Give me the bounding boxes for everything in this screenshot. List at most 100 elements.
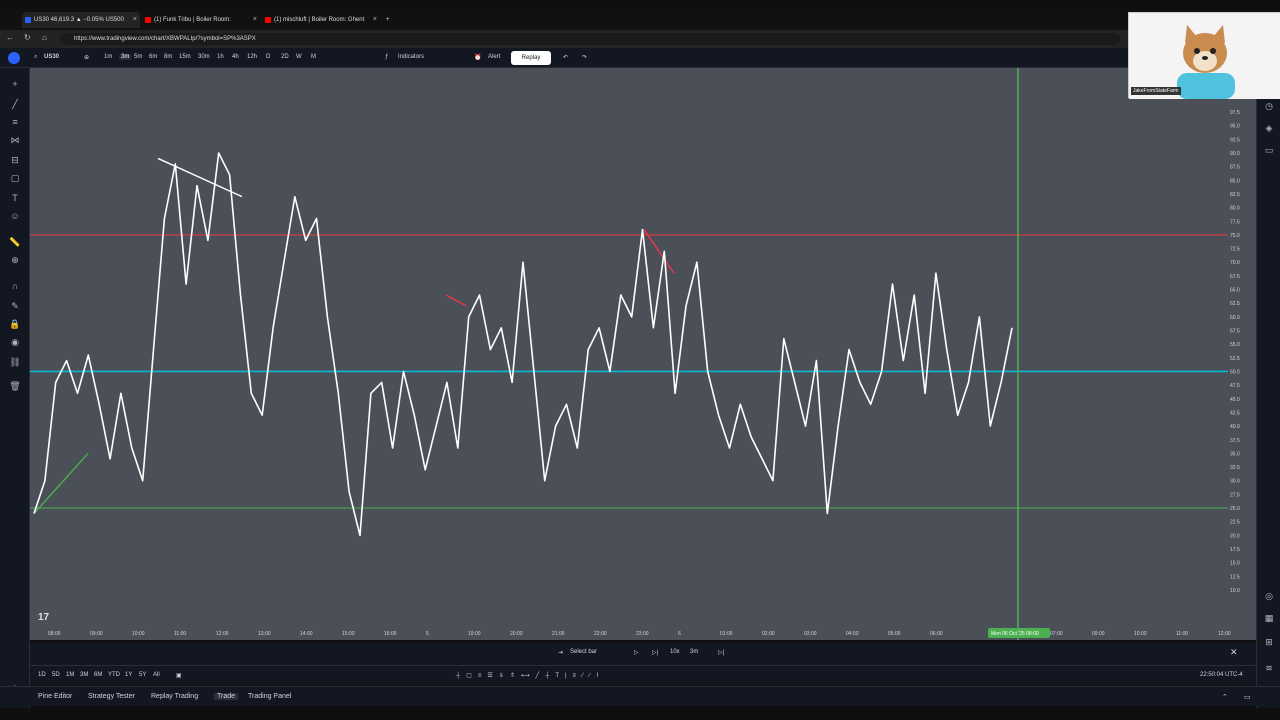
timeframe-W[interactable]: W <box>296 54 302 60</box>
tab-trading-panel[interactable]: Trading Panel <box>248 693 291 700</box>
grid-icon[interactable]: ⊞ <box>1263 636 1275 648</box>
timeframe-2D[interactable]: 2D <box>281 54 289 60</box>
speed-button[interactable]: 10x <box>670 649 680 655</box>
x-tick-label: 19:00 <box>468 631 481 637</box>
timeframe-8m[interactable]: 8m <box>164 54 172 60</box>
x-tick-label: 03:00 <box>804 631 817 637</box>
ruler-icon[interactable]: 📏 <box>9 236 21 248</box>
date-range-icon[interactable]: ▣ <box>176 672 182 679</box>
back-icon[interactable]: ← <box>6 33 14 42</box>
zoom-icon[interactable]: ⊕ <box>9 254 21 266</box>
timeframe-3m[interactable]: 3m <box>119 54 132 60</box>
shape-icon[interactable]: ▢ <box>9 172 21 184</box>
x-tick-label: 12:00 <box>1218 631 1231 637</box>
y-tick-label: 17.5 <box>1230 547 1240 553</box>
target-icon[interactable]: ◎ <box>1263 590 1275 602</box>
timeframe-30m[interactable]: 30m <box>198 54 210 60</box>
timeframe-6m[interactable]: 6m <box>149 54 157 60</box>
text-icon[interactable]: T <box>9 192 21 204</box>
clock-label[interactable]: 22:50:04 UTC-4 <box>1200 672 1243 678</box>
jump-to-realtime-icon[interactable]: ▷| <box>718 649 724 656</box>
layers-icon[interactable]: ◈ <box>1263 122 1275 134</box>
range-1y[interactable]: 1Y <box>125 672 132 678</box>
timeframe-15m[interactable]: 15m <box>179 54 191 60</box>
undo-icon[interactable]: ↶ <box>563 54 568 61</box>
timeframe-4h[interactable]: 4h <box>232 54 239 60</box>
browser-tab-2[interactable]: (1) Funk Tribu | Boiler Room: × <box>142 12 260 28</box>
notification-icon[interactable]: ≋ <box>1263 662 1275 674</box>
bottom-drawing-tools-icon[interactable]: ┼▢≡☰⇓⇑⟷╱┼T|≡⁄∕⌇ <box>456 672 605 679</box>
new-tab-button[interactable]: + <box>384 12 398 28</box>
right-toolbar: ◷ ◈ ▭ ◎ ▦ ⊞ ≋ ? <box>1256 68 1280 708</box>
close-tab-icon[interactable]: × <box>253 12 257 28</box>
browser-tab-1[interactable]: US30 46,619.3 ▲ −0.05% US500 × <box>22 12 140 28</box>
timeframe-M[interactable]: M <box>311 54 316 60</box>
redo-icon[interactable]: ↷ <box>582 54 587 61</box>
timeframe-12h[interactable]: 12h <box>247 54 257 60</box>
pencil-lock-icon[interactable]: ✎ <box>9 300 21 312</box>
collapse-panel-icon[interactable]: ⌃ <box>1222 693 1228 701</box>
range-ytd[interactable]: YTD <box>108 672 120 678</box>
replay-button-label: Replay <box>521 55 541 61</box>
forecast-icon[interactable]: ⊟ <box>9 154 21 166</box>
y-tick-label: 87.5 <box>1230 165 1240 171</box>
replay-control-bar: ⇥ Select bar ▷ ▷| 10x 3m ▷| ✕ <box>30 643 1256 665</box>
timeframe-1h[interactable]: 1h <box>217 54 224 60</box>
range-5y[interactable]: 5Y <box>139 672 146 678</box>
step-forward-icon[interactable]: ▷| <box>652 649 658 656</box>
timeframe-D[interactable]: D <box>266 54 270 60</box>
close-tab-icon[interactable]: × <box>373 12 377 28</box>
home-icon[interactable]: ⌂ <box>42 33 47 42</box>
x-tick-label: 14:00 <box>300 631 313 637</box>
range-6m[interactable]: 6M <box>94 672 102 678</box>
indicators-button[interactable]: Indicators <box>398 54 424 60</box>
maximize-panel-icon[interactable]: ▭ <box>1244 693 1251 701</box>
magnet-icon[interactable]: ∩ <box>9 280 21 292</box>
x-highlight-label: Mon 06 Oct '25 08:00 <box>991 631 1039 637</box>
select-bar-button[interactable]: Select bar <box>570 649 597 655</box>
chat-icon[interactable]: ▭ <box>1263 144 1275 156</box>
lock-icon[interactable]: 🔒 <box>9 318 21 330</box>
timeframe-5m[interactable]: 5m <box>134 54 142 60</box>
avatar[interactable] <box>8 52 20 64</box>
replay-interval-button[interactable]: 3m <box>690 649 698 655</box>
close-tab-icon[interactable]: × <box>133 12 137 28</box>
close-replay-icon[interactable]: ✕ <box>1230 647 1238 658</box>
tab-trade[interactable]: Trade <box>214 693 239 700</box>
trash-icon[interactable]: 🗑 <box>9 380 21 392</box>
timeframe-1m[interactable]: 1m <box>104 54 112 60</box>
search-icon[interactable]: ⌕ <box>34 54 37 61</box>
price-chart[interactable]: 97.5 95.0 92.5 90.0 87.5 85.0 82.5 80.0 77.5 75.0… <box>30 68 1256 640</box>
chart-canvas[interactable]: 97.5 95.0 92.5 90.0 87.5 85.0 82.5 80.0 77.5 75.0… <box>30 68 1256 640</box>
range-5d[interactable]: 5D <box>52 672 60 678</box>
crosshair-icon[interactable]: + <box>9 78 21 90</box>
browser-addressbar: ← ↻ ⌂ https://www.tradingview.com/chart/… <box>0 30 1280 48</box>
symbol-label[interactable]: US30 <box>44 54 59 60</box>
play-icon[interactable]: ▷ <box>634 649 639 656</box>
range-1d[interactable]: 1D <box>38 672 46 678</box>
pattern-icon[interactable]: ⋈ <box>9 134 21 146</box>
tab-replay-trading[interactable]: Replay Trading <box>151 693 198 700</box>
emoji-icon[interactable]: ☺ <box>9 210 21 222</box>
x-tick-label: 15:00 <box>342 631 355 637</box>
reload-icon[interactable]: ↻ <box>24 33 31 42</box>
range-3m[interactable]: 3M <box>80 672 88 678</box>
watchlist-icon[interactable]: ◷ <box>1263 100 1275 112</box>
eye-icon[interactable]: ◉ <box>9 336 21 348</box>
x-tick-label: 07:00 <box>1050 631 1063 637</box>
tab-pine-editor[interactable]: Pine Editor <box>38 693 72 700</box>
range-1m[interactable]: 1M <box>66 672 74 678</box>
replay-button[interactable]: Replay <box>511 51 551 65</box>
range-all[interactable]: All <box>153 672 160 678</box>
alert-button[interactable]: Alert <box>488 54 500 60</box>
trendline-icon[interactable]: ╱ <box>9 98 21 110</box>
link-icon[interactable]: ⛓ <box>9 356 21 368</box>
url-field[interactable]: https://www.tradingview.com/chart/XBWPAL… <box>60 33 1120 45</box>
fib-icon[interactable]: ≡ <box>9 116 21 128</box>
browser-tab-3[interactable]: (1) mischluft | Boiler Room: Ghent × <box>262 12 380 28</box>
calendar-icon[interactable]: ▦ <box>1263 612 1275 624</box>
add-symbol-icon[interactable]: ⊕ <box>84 54 89 61</box>
tab-strategy-tester[interactable]: Strategy Tester <box>88 693 135 700</box>
x-tick-label: 11:00 <box>1176 631 1188 637</box>
browser-tab-1-title: US30 46,619.3 ▲ −0.05% US500 <box>34 17 124 23</box>
